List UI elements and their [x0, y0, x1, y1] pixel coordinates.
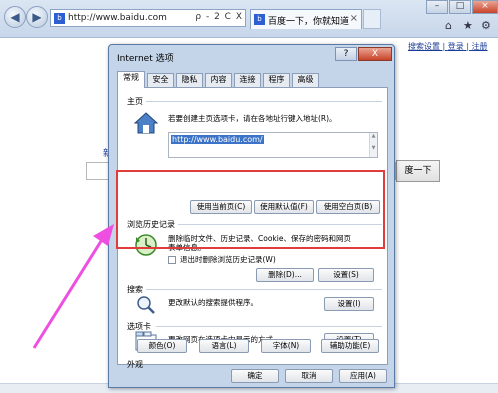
homepage-url-textarea[interactable]: http://www.baidu.com/ ▲ ▼ — [168, 132, 378, 158]
search-section-label: 搜索 — [127, 285, 143, 294]
history-settings-button[interactable]: 设置(S) — [318, 268, 374, 282]
tab-privacy[interactable]: 隐私 — [176, 73, 203, 87]
new-tab-button[interactable] — [363, 9, 381, 29]
tab-advanced[interactable]: 高级 — [292, 73, 319, 87]
register-link[interactable]: 注册 — [472, 42, 488, 51]
fonts-button[interactable]: 字体(N) — [261, 339, 311, 353]
window-close-button[interactable]: × — [472, 0, 498, 14]
tab-programs[interactable]: 程序 — [263, 73, 290, 87]
search-description: 更改默认的搜索提供程序。 — [168, 298, 258, 307]
baidu-search-button[interactable]: 度一下 — [396, 160, 440, 182]
search-settings-button[interactable]: 设置(I) — [324, 297, 374, 311]
delete-on-exit-checkbox[interactable] — [168, 256, 176, 264]
search-divider — [146, 289, 382, 290]
house-icon — [134, 112, 158, 134]
homepage-scrollbar[interactable]: ▲ ▼ — [369, 133, 377, 157]
link-separator: | — [463, 42, 472, 51]
back-button[interactable]: ◀ — [4, 6, 26, 28]
favorites-icon[interactable]: ★ — [463, 19, 473, 32]
forward-button[interactable]: ▶ — [26, 6, 48, 28]
gear-icon[interactable]: ⚙ — [481, 19, 491, 32]
homepage-url-text: http://www.baidu.com/ — [171, 135, 264, 144]
homepage-description: 若要创建主页选项卡，请在各地址行键入地址(R)。 — [168, 114, 337, 123]
homepage-section-label: 主页 — [127, 97, 143, 106]
cancel-button[interactable]: 取消 — [285, 369, 333, 383]
minimize-button[interactable]: – — [426, 0, 448, 14]
dialog-close-button[interactable]: X — [358, 47, 392, 61]
link-separator: | — [440, 42, 448, 51]
colors-button[interactable]: 颜色(O) — [137, 339, 187, 353]
magnifier-icon — [137, 296, 155, 314]
search-settings-link[interactable]: 搜索设置 — [408, 42, 440, 51]
tab-security[interactable]: 安全 — [147, 73, 174, 87]
delete-history-button[interactable]: 删除(D)... — [256, 268, 314, 282]
page-top-links: 搜索设置 | 登录 | 注册 — [408, 41, 488, 52]
history-highlight-box — [116, 170, 385, 249]
tab-content[interactable]: 内容 — [205, 73, 232, 87]
baidu-favicon-icon: b — [54, 13, 65, 24]
dialog-help-button[interactable]: ? — [335, 47, 357, 61]
dialog-footer: 确定 取消 应用(A) — [117, 367, 388, 387]
tab-favicon-icon: b — [254, 14, 265, 25]
address-tools[interactable]: ρ - 2 C X — [195, 12, 243, 22]
apply-button[interactable]: 应用(A) — [339, 369, 387, 383]
address-url: http://www.baidu.com — [68, 13, 167, 23]
address-bar[interactable]: b http://www.baidu.com ρ - 2 C X — [50, 9, 246, 27]
tab-general[interactable]: 常规 — [117, 71, 145, 88]
ok-button[interactable]: 确定 — [231, 369, 279, 383]
tab-title: 百度一下，你就知道 — [268, 17, 350, 27]
tab-connections[interactable]: 连接 — [234, 73, 261, 87]
dialog-title: Internet 选项 — [117, 54, 174, 64]
login-link[interactable]: 登录 — [448, 42, 464, 51]
tabs-divider — [156, 326, 382, 327]
browser-toolbar: ◀ ▶ b http://www.baidu.com ρ - 2 C X b 百… — [0, 0, 498, 38]
accessibility-button[interactable]: 辅助功能(E) — [321, 339, 379, 353]
home-icon[interactable]: ⌂ — [445, 19, 452, 32]
maximize-button[interactable]: □ — [449, 0, 471, 14]
browser-tab[interactable]: b 百度一下，你就知道 × — [250, 9, 362, 29]
tab-close-icon[interactable]: × — [350, 13, 358, 24]
homepage-divider — [146, 101, 382, 102]
languages-button[interactable]: 语言(L) — [199, 339, 249, 353]
delete-on-exit-label: 退出时删除浏览历史记录(W) — [180, 255, 276, 264]
